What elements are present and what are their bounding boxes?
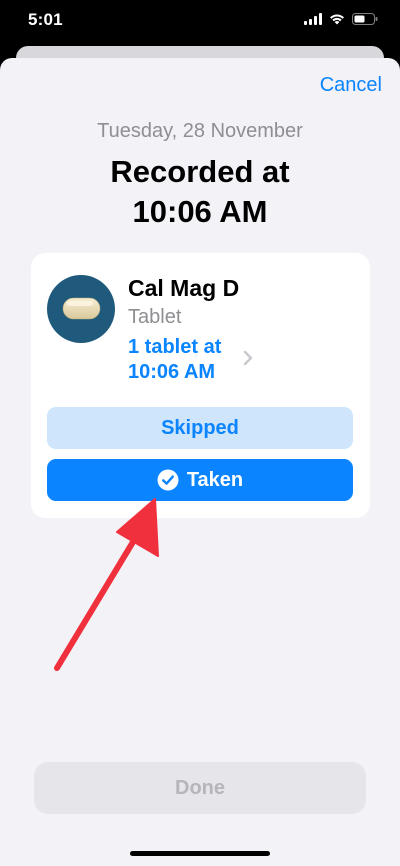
pill-icon	[62, 297, 101, 320]
signal-icon	[304, 13, 322, 25]
checkmark-circle-icon	[157, 469, 179, 491]
status-time: 5:01	[28, 10, 63, 29]
medication-form: Tablet	[128, 306, 182, 328]
skipped-button[interactable]: Skipped	[47, 407, 353, 449]
medication-avatar	[47, 275, 115, 343]
record-dose-sheet: Cancel Tuesday, 28 November Recorded at …	[0, 58, 400, 866]
medication-card: Cal Mag D Tablet 1 tablet at 10:06 AM Sk…	[31, 253, 370, 518]
dose-line-2: 10:06 AM	[128, 361, 216, 383]
home-indicator	[130, 851, 270, 856]
title-line-2: 10:06 AM	[132, 194, 268, 229]
done-label: Done	[175, 776, 225, 799]
dose-time-link[interactable]: 1 tablet at 10:06 AM	[128, 335, 258, 385]
wifi-icon	[330, 14, 344, 25]
status-icons	[304, 13, 378, 25]
chevron-right-icon[interactable]	[243, 350, 253, 366]
done-button[interactable]: Done	[34, 762, 366, 814]
taken-button[interactable]: Taken	[47, 459, 353, 501]
cancel-button[interactable]: Cancel	[320, 74, 382, 97]
battery-icon	[352, 13, 378, 25]
skipped-label: Skipped	[161, 416, 239, 439]
page-title: Recorded at 10:06 AM	[0, 152, 400, 232]
status-bar: 5:01	[0, 0, 400, 46]
record-date: Tuesday, 28 November	[97, 120, 303, 142]
title-line-1: Recorded at	[110, 154, 290, 189]
taken-label: Taken	[186, 468, 244, 491]
dose-line-1: 1 tablet at	[128, 336, 222, 358]
arrow-shaft	[54, 529, 142, 671]
medication-name: Cal Mag D	[128, 275, 240, 301]
